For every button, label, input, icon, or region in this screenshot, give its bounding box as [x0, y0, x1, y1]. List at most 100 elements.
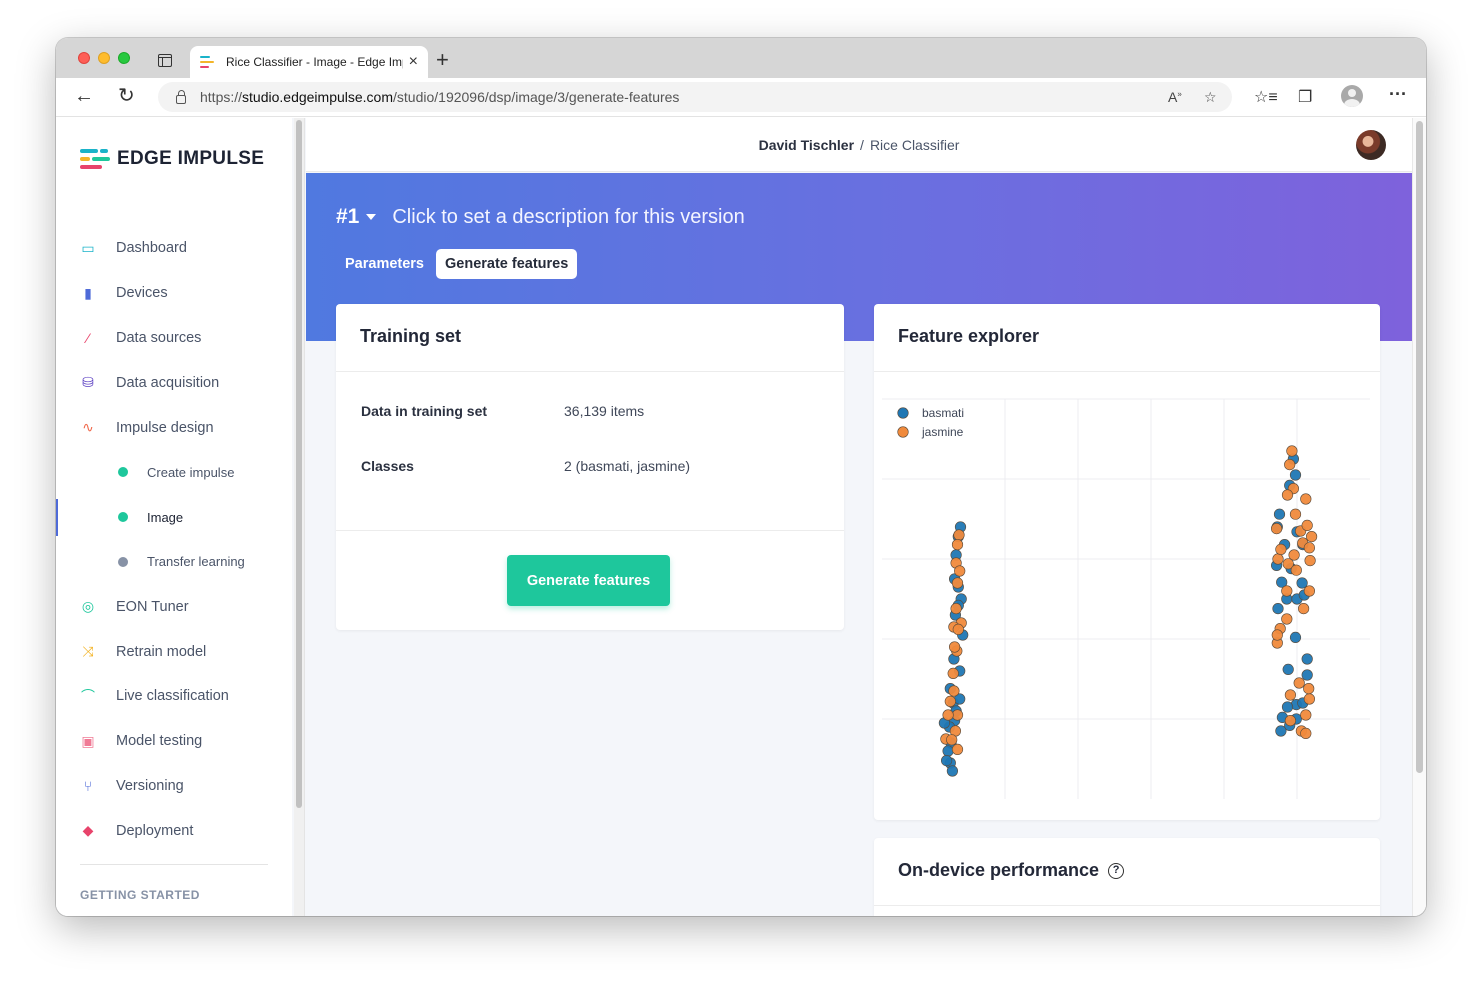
reload-icon[interactable]: ↻ — [118, 86, 135, 106]
sidebar-item-image[interactable]: Image — [56, 495, 292, 540]
scatter-point-jasmine — [1284, 689, 1297, 701]
scatter-point-jasmine — [1271, 523, 1283, 535]
close-window-button[interactable] — [78, 52, 90, 64]
sidebar-divider — [80, 864, 268, 865]
scatter-point-jasmine — [951, 743, 964, 756]
sidebar-section-heading: GETTING STARTED — [80, 888, 200, 902]
sidebar-item-devices[interactable]: ▮ Devices — [56, 271, 292, 316]
favorites-icon[interactable]: ☆≡ — [1254, 87, 1278, 107]
scatter-point-jasmine — [1303, 542, 1316, 554]
scatter-point-jasmine — [1304, 555, 1316, 567]
edge-impulse-favicon-icon — [200, 56, 216, 68]
version-description[interactable]: Click to set a description for this vers… — [392, 206, 744, 229]
sidebar-item-label: Deployment — [116, 822, 194, 839]
scatter-point-jasmine — [1306, 531, 1318, 543]
sidebar-item-label: Retrain model — [116, 643, 207, 660]
user-avatar[interactable] — [1356, 130, 1386, 160]
scatter-point-jasmine — [954, 565, 966, 577]
scatter-point-basmati — [1275, 725, 1287, 737]
scatter-point-jasmine — [1286, 445, 1298, 457]
new-tab-icon[interactable]: + — [436, 49, 449, 71]
tab-generate-features[interactable]: Generate features — [436, 249, 578, 279]
box-icon: ◆ — [82, 822, 94, 839]
scatter-point-jasmine — [1293, 677, 1305, 689]
app-area: EDGE IMPULSE ▭ Dashboard ▮ Devices ⁄ Data sou… — [56, 118, 1426, 916]
browser-window: Rice Classifier - Image - Edge Impulse ×… — [56, 38, 1426, 916]
tab-parameters[interactable]: Parameters — [336, 249, 433, 279]
scatter-point-basmati — [942, 745, 954, 757]
card-divider — [336, 530, 844, 531]
scatter-point-jasmine — [1301, 519, 1313, 531]
scatter-point-jasmine — [1303, 693, 1316, 705]
status-dot-icon — [118, 512, 128, 523]
training-data-label: Data in training set — [361, 403, 488, 419]
logo-text: EDGE IMPULSE — [117, 148, 265, 169]
chevron-down-icon[interactable] — [366, 214, 377, 220]
on-device-performance-card: On-device performance ? — [874, 838, 1380, 916]
scatter-point-jasmine — [948, 685, 960, 697]
sidebar-item-create-impulse[interactable]: Create impulse — [56, 450, 292, 495]
sidebar-item-label: Impulse design — [116, 419, 214, 436]
breadcrumb-project[interactable]: Rice Classifier — [870, 137, 959, 153]
version-number[interactable]: #1 — [336, 205, 359, 229]
breadcrumb-user[interactable]: David Tischler — [759, 137, 854, 153]
sidebar-item-retrain-model[interactable]: ⤨ Retrain model — [56, 629, 292, 674]
tab-title: Rice Classifier - Image - Edge Impulse — [226, 55, 403, 69]
curve-icon: ⌒ — [81, 688, 95, 705]
help-icon[interactable]: ? — [1108, 863, 1125, 879]
sidebar-item-model-testing[interactable]: ▣ Model testing — [56, 719, 292, 764]
collections-icon[interactable]: ❐ — [1298, 87, 1312, 107]
zoom-window-button[interactable] — [118, 52, 130, 64]
breadcrumb: David Tischler / Rice Classifier — [306, 137, 1412, 153]
scatter-point-jasmine — [948, 641, 961, 653]
add-favorite-icon[interactable]: ☆ — [1204, 89, 1217, 106]
sidebar-item-dashboard[interactable]: ▭ Dashboard — [56, 226, 292, 271]
sidebar-border — [304, 118, 305, 916]
monitor-icon: ▭ — [81, 239, 95, 256]
sidebar-item-eon-tuner[interactable]: ◎ EON Tuner — [56, 584, 292, 629]
scatter-point-jasmine — [1289, 508, 1302, 520]
scatter-point-jasmine — [1298, 603, 1310, 615]
compass-icon: ◎ — [81, 598, 95, 615]
generate-features-button[interactable]: Generate features — [507, 555, 670, 606]
sidebar-item-live-classification[interactable]: ⌒ Live classification — [56, 674, 292, 719]
tab-close-icon[interactable]: × — [409, 54, 418, 70]
lock-icon — [176, 89, 186, 104]
address-bar[interactable]: https://studio.edgeimpulse.com/studio/19… — [158, 82, 1232, 112]
logo[interactable]: EDGE IMPULSE — [80, 148, 264, 170]
sidebar-item-data-acquisition[interactable]: ⛁ Data acquisition — [56, 360, 292, 405]
sidebar-scrollbar[interactable] — [294, 118, 304, 916]
feature-explorer-card: Feature explorer basmati jasmine — [874, 304, 1380, 820]
minimize-window-button[interactable] — [98, 52, 110, 64]
scatter-point-basmati — [1272, 603, 1284, 615]
database-icon: ⛁ — [82, 374, 94, 391]
browser-tab[interactable]: Rice Classifier - Image - Edge Impulse × — [190, 46, 428, 78]
profile-avatar-icon[interactable] — [1341, 85, 1363, 107]
sidebar-item-label: EON Tuner — [116, 598, 189, 615]
sidebar-item-data-sources[interactable]: ⁄ Data sources — [56, 316, 292, 361]
feature-explorer-scatter-plot[interactable]: basmati jasmine — [874, 373, 1380, 813]
scatter-point-jasmine — [1300, 709, 1312, 721]
read-aloud-icon[interactable]: A» — [1168, 89, 1182, 105]
sidebar-item-label: Create impulse — [147, 464, 235, 480]
more-menu-icon[interactable]: ··· — [1389, 84, 1407, 105]
version-selector[interactable]: #1 Click to set a description for this v… — [336, 205, 745, 229]
main-scrollbar[interactable] — [1412, 118, 1426, 916]
scatter-point-jasmine — [946, 734, 958, 746]
scatter-point-jasmine — [1284, 458, 1296, 471]
sidebar-item-label: Model testing — [116, 733, 203, 750]
sidebar-item-impulse-design[interactable]: ∿ Impulse design — [56, 405, 292, 450]
back-arrow-icon[interactable]: ← — [74, 86, 94, 106]
sidebar-item-versioning[interactable]: ⑂ Versioning — [56, 764, 292, 809]
sidebar-item-transfer-learning[interactable]: Transfer learning — [56, 540, 292, 585]
scatter-point-jasmine — [942, 709, 954, 721]
sidebar-item-label: Devices — [116, 285, 168, 302]
browser-toolbar: ← ↻ https://studio.edgeimpulse.com/studi… — [56, 78, 1426, 117]
scatter-point-jasmine — [951, 709, 964, 721]
sidebar-item-deployment[interactable]: ◆ Deployment — [56, 808, 292, 853]
scatter-point-jasmine — [1271, 629, 1283, 641]
scatter-point-jasmine — [1281, 585, 1293, 597]
scatter-point-basmati — [1273, 508, 1286, 520]
tab-actions-icon[interactable] — [158, 54, 172, 67]
status-dot-icon — [118, 556, 128, 567]
